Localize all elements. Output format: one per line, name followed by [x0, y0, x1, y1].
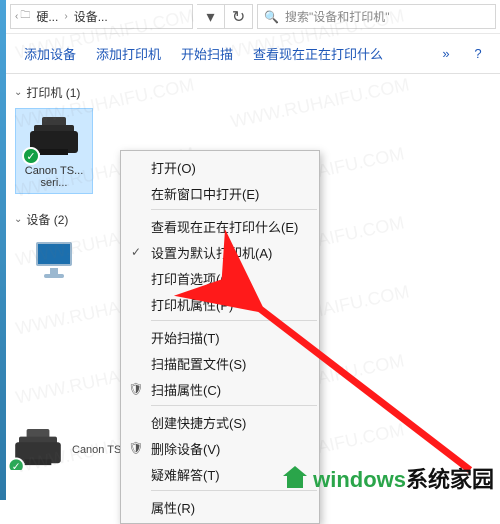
device-tile-printer[interactable]: ✓ Canon TS... seri...: [16, 109, 92, 193]
chevron-down-icon: ⌄: [14, 214, 22, 225]
printer-icon: ✓: [11, 425, 64, 470]
group-devices-label: 设备 (2): [26, 211, 68, 228]
shield-icon: 🛡: [127, 441, 145, 455]
ctx-start-scan[interactable]: 开始扫描(T): [121, 324, 319, 350]
cmd-add-printer[interactable]: 添加打印机: [86, 36, 171, 71]
shield-icon: 🛡: [127, 382, 145, 396]
device-tile-label: Canon TS... seri...: [20, 165, 88, 189]
ctx-see-printing[interactable]: 查看现在正在打印什么(E): [121, 213, 319, 239]
ctx-open-new-window[interactable]: 在新窗口中打开(E): [121, 180, 319, 206]
breadcrumb-seg-1[interactable]: 硬...: [32, 8, 62, 25]
group-printers[interactable]: ⌄ 打印机 (1): [10, 80, 496, 105]
breadcrumb[interactable]: ‹ 🗀 硬... › 设备...: [10, 4, 193, 29]
chevron-down-icon: ⌄: [14, 87, 22, 98]
ctx-properties[interactable]: 属性(R): [121, 494, 319, 520]
cmd-help[interactable]: ?: [464, 40, 492, 68]
search-input[interactable]: 🔍 搜索"设备和打印机": [257, 4, 496, 29]
search-placeholder: 搜索"设备和打印机": [285, 8, 390, 25]
ctx-printer-properties[interactable]: 打印机属性(P): [121, 291, 319, 317]
ctx-set-default[interactable]: ✓设置为默认打印机(A): [121, 239, 319, 265]
breadcrumb-seg-2[interactable]: 设备...: [70, 8, 112, 25]
ctx-print-prefs[interactable]: 打印首选项(G): [121, 265, 319, 291]
cmd-overflow[interactable]: »: [432, 40, 460, 68]
ctx-create-shortcut[interactable]: 创建快捷方式(S): [121, 409, 319, 435]
ctx-open[interactable]: 打开(O): [121, 154, 319, 180]
device-tile-pc[interactable]: [16, 236, 92, 292]
group-printers-label: 打印机 (1): [26, 84, 80, 101]
cmd-start-scan[interactable]: 开始扫描: [171, 36, 243, 71]
refresh-icon: ↻: [232, 7, 245, 27]
default-check-icon: ✓: [22, 147, 40, 165]
cmd-add-device[interactable]: 添加设备: [14, 36, 86, 71]
cmd-see-printing[interactable]: 查看现在正在打印什么: [243, 36, 393, 71]
ctx-delete-device[interactable]: 🛡删除设备(V): [121, 435, 319, 461]
refresh-button[interactable]: ↻: [225, 4, 253, 29]
house-icon: [283, 466, 307, 490]
chevron-left-icon: ‹: [15, 11, 18, 22]
path-dropdown-button[interactable]: ▾: [197, 4, 225, 29]
default-check-icon: ✓: [8, 458, 25, 471]
printer-icon: ✓: [26, 113, 82, 161]
check-icon: ✓: [127, 245, 145, 259]
search-icon: 🔍: [264, 10, 279, 24]
chevron-down-icon: ▾: [207, 7, 215, 27]
ctx-scan-profiles[interactable]: 扫描配置文件(S): [121, 350, 319, 376]
folder-icon: 🗀: [20, 8, 30, 25]
ctx-scan-properties[interactable]: 🛡扫描属性(C): [121, 376, 319, 402]
command-bar: 添加设备 添加打印机 开始扫描 查看现在正在打印什么 » ?: [6, 34, 500, 74]
watermark-logo: windows系统家园: [283, 462, 494, 494]
monitor-icon: [30, 240, 78, 284]
chevron-right-icon: ›: [64, 11, 67, 22]
